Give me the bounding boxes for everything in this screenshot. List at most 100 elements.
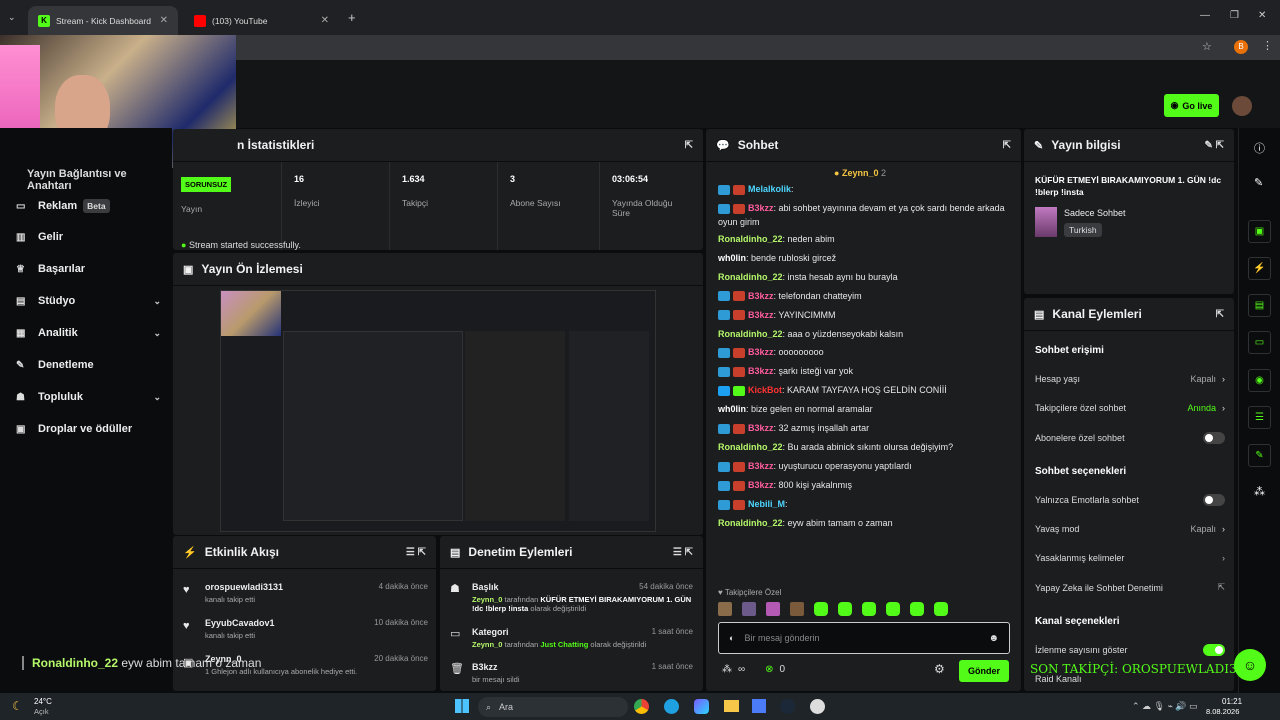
chat-input[interactable]: ◐ Bir mesaj gönderin ☻ xyxy=(718,622,1010,654)
rail-button-broadcast[interactable]: ◉ xyxy=(1248,369,1271,392)
chat-username[interactable]: Ronaldinho_22 xyxy=(718,272,783,282)
star-icon[interactable]: ☆ xyxy=(1202,40,1212,53)
chat-username[interactable]: wh0lin xyxy=(718,404,746,414)
emote-icon[interactable] xyxy=(886,602,900,616)
chat-message[interactable]: B3kzz: ooooooooo xyxy=(718,346,1010,360)
ai-moderation-option[interactable]: Yapay Zeka ile Sohbet Denetimi ⇱ xyxy=(1035,582,1225,593)
chat-message[interactable]: B3kzz: telefondan chatteyim xyxy=(718,290,1010,304)
emotes-only-option[interactable]: Yalnızca Emotlarla sohbet xyxy=(1035,494,1225,506)
system-tray[interactable]: ⌃ ☁ 🎙 ⌁ 🔊 ▭ xyxy=(1132,701,1198,712)
emoji-icon[interactable]: ☻ xyxy=(988,633,999,644)
account-age-option[interactable]: Hesap yaşı Kapalı › xyxy=(1035,374,1225,384)
chat-message[interactable]: B3kzz: abi sohbet yayınına devam et ya ç… xyxy=(718,202,1010,230)
chat-message[interactable]: Melalkolik: xyxy=(718,183,1010,197)
sidebar-item-community[interactable]: ☗ Topluluk ⌄ xyxy=(16,391,161,403)
new-tab-button[interactable]: + xyxy=(348,10,356,25)
search-bar[interactable]: ⌕ Ara xyxy=(478,697,628,717)
chat-message[interactable]: Ronaldinho_22: insta hesab aynı bu buray… xyxy=(718,271,1010,285)
sidebar-item-revenue[interactable]: ▥ Gelir xyxy=(16,231,161,243)
minimize-button[interactable]: — xyxy=(1200,10,1210,21)
chat-username[interactable]: wh0lin xyxy=(718,253,746,263)
chat-message[interactable]: B3kzz: uyuşturucu operasyonu yaptılardı xyxy=(718,460,1010,474)
steam-icon[interactable] xyxy=(780,699,795,714)
emote-icon[interactable] xyxy=(766,602,780,616)
maximize-button[interactable]: ❐ xyxy=(1230,10,1239,21)
emotes-only-toggle[interactable] xyxy=(1203,494,1225,506)
popout-icon[interactable]: ⇱ xyxy=(1003,140,1011,151)
folder-icon[interactable] xyxy=(724,700,739,712)
windows-start-icon[interactable] xyxy=(455,699,469,713)
profile-avatar[interactable]: B xyxy=(1234,40,1248,54)
activity-item[interactable]: ♥ orospuewladi3131 4 dakika önce kanalı tak… xyxy=(183,582,428,604)
obs-icon[interactable] xyxy=(810,699,825,714)
moderation-item[interactable]: ▭ Kategori 1 saat önce Zeynn_0 tarafından J… xyxy=(450,627,693,649)
go-live-button[interactable]: ◉ Go live xyxy=(1164,94,1219,117)
rail-button-bolt[interactable]: ⚡ xyxy=(1248,257,1271,280)
support-chat-icon[interactable]: ☺ xyxy=(1234,649,1266,681)
banned-words-option[interactable]: Yasaklanmış kelimeler › xyxy=(1035,553,1225,563)
emote-icon[interactable] xyxy=(838,602,852,616)
users-icon[interactable]: ⁂ xyxy=(1254,485,1265,498)
chat-username[interactable]: Ronaldinho_22 xyxy=(718,329,783,339)
sidebar-section-title[interactable]: Yayın Bağlantısı ve Anahtarı xyxy=(27,168,172,192)
clock-date[interactable]: 8.08.2026 xyxy=(1206,707,1239,716)
slow-mode-option[interactable]: Yavaş mod Kapalı › xyxy=(1035,524,1225,534)
emote-icon[interactable] xyxy=(910,602,924,616)
chat-message[interactable]: Nebili_M: xyxy=(718,498,1010,512)
rail-button-chat[interactable]: ▭ xyxy=(1248,331,1271,354)
chat-username[interactable]: Ronaldinho_22 xyxy=(718,518,783,528)
sidebar-item-analytics[interactable]: ▦ Analitik ⌄ xyxy=(16,327,161,339)
emote-icon[interactable] xyxy=(742,602,756,616)
rail-button-page[interactable]: ▤ xyxy=(1248,294,1271,317)
activity-item[interactable]: ♥ EyyubCavadov1 10 dakika önce kanalı takip… xyxy=(183,618,428,640)
chrome-icon[interactable] xyxy=(634,699,649,714)
close-icon[interactable]: ✕ xyxy=(321,15,329,26)
send-button[interactable]: Gönder xyxy=(959,660,1009,682)
chat-username[interactable]: Melalkolik xyxy=(748,184,791,194)
chat-username[interactable]: Ronaldinho_22 xyxy=(718,442,783,452)
chat-message[interactable]: wh0lin: bende rubloski gircež xyxy=(718,252,1010,266)
chat-username[interactable]: Nebili_M xyxy=(748,499,785,509)
store-icon[interactable] xyxy=(752,699,766,713)
settings-icon[interactable]: ⚙ xyxy=(934,662,945,676)
chat-username[interactable]: B3kzz xyxy=(748,347,774,357)
chat-message[interactable]: wh0lin: bize gelen en normal aramalar xyxy=(718,403,1010,417)
chat-message[interactable]: B3kzz: 32 azmış inşallah artar xyxy=(718,422,1010,436)
emote-icon[interactable] xyxy=(790,602,804,616)
chat-username[interactable]: Ronaldinho_22 xyxy=(718,234,783,244)
sidebar-item-moderation[interactable]: ✎ Denetleme xyxy=(16,359,161,371)
chat-message[interactable]: B3kzz: YAYINCIMMM xyxy=(718,309,1010,323)
tab-kick-dashboard[interactable]: K Stream - Kick Dashboard ✕ xyxy=(28,6,178,35)
subs-chat-option[interactable]: Abonelere özel sohbet xyxy=(1035,432,1225,444)
chat-username[interactable]: KickBot xyxy=(748,385,782,395)
chat-username[interactable]: B3kzz xyxy=(748,310,774,320)
chat-username[interactable]: B3kzz xyxy=(748,423,774,433)
chat-message[interactable]: Ronaldinho_22: Bu arada abinick sıkıntı … xyxy=(718,441,1010,455)
emote-icon[interactable] xyxy=(862,602,876,616)
close-window-button[interactable]: ✕ xyxy=(1258,10,1266,21)
filter-icon[interactable]: ☰ ⇱ xyxy=(406,547,426,558)
chat-username[interactable]: B3kzz xyxy=(748,480,774,490)
tab-youtube[interactable]: (103) YouTube ✕ xyxy=(184,6,339,35)
weather-icon[interactable]: ☾ xyxy=(12,699,23,713)
emote-icon[interactable] xyxy=(718,602,732,616)
chat-username[interactable]: B3kzz xyxy=(748,461,774,471)
close-icon[interactable]: ✕ xyxy=(160,15,168,26)
kick-points-icon[interactable]: ⊗ xyxy=(765,664,773,675)
stream-preview-video[interactable] xyxy=(220,290,656,532)
view-count-option[interactable]: İzlenme sayısını göster xyxy=(1035,644,1225,656)
sidebar-item-achievements[interactable]: ♕ Başarılar xyxy=(16,263,161,275)
menu-icon[interactable]: ⋮ xyxy=(1262,39,1273,52)
filter-icon[interactable]: ☰ ⇱ xyxy=(673,547,693,558)
rail-button-camera[interactable]: ▣ xyxy=(1248,220,1271,243)
avatar[interactable] xyxy=(1232,96,1252,116)
subs-chat-toggle[interactable] xyxy=(1203,432,1225,444)
chat-username[interactable]: B3kzz xyxy=(748,366,774,376)
chat-message[interactable]: Ronaldinho_22: neden abim xyxy=(718,233,1010,247)
followers-chat-option[interactable]: Takipçilere özel sohbet Anında › xyxy=(1035,403,1225,413)
edge-icon[interactable] xyxy=(664,699,679,714)
users-icon[interactable]: ⁂ xyxy=(722,664,732,675)
popout-icon[interactable]: ⇱ xyxy=(1216,309,1224,320)
emote-icon[interactable] xyxy=(934,602,948,616)
chat-message[interactable]: KickBot: KARAM TAYFAYA HOŞ GELDİN CONİİİ xyxy=(718,384,1010,398)
